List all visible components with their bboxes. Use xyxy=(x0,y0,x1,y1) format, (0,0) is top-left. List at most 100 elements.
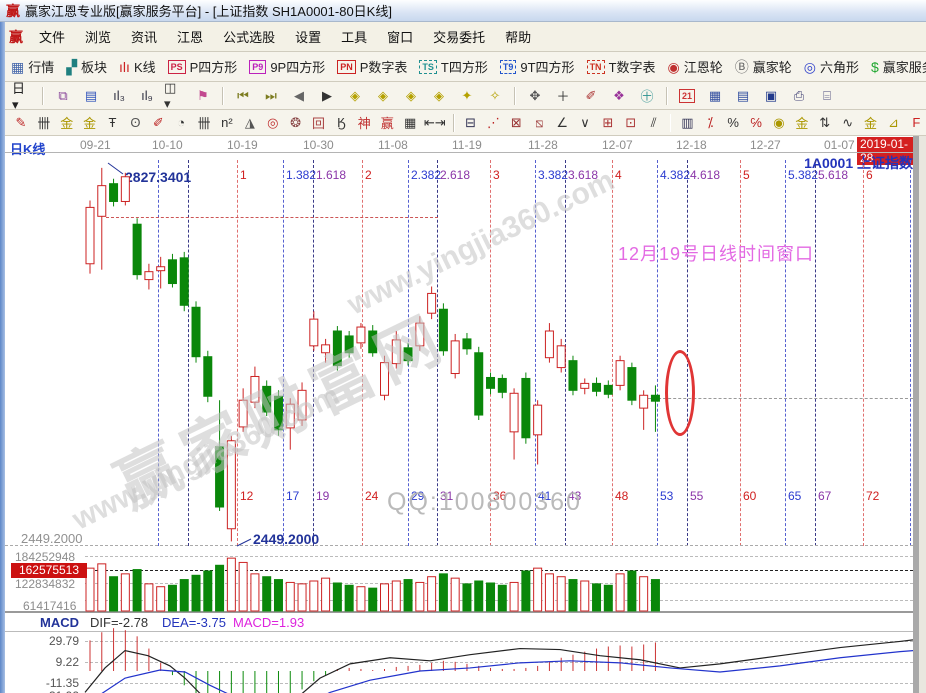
toolbar-separator xyxy=(514,87,516,105)
menu-item-工具[interactable]: 工具 xyxy=(332,24,376,49)
9p-square-button[interactable]: P99P四方形 xyxy=(249,57,325,76)
zoom-in-v-icon[interactable]: ◈ xyxy=(427,85,451,107)
formula-list-icon[interactable]: ▤ xyxy=(79,85,103,107)
color-flag-icon[interactable]: ⚑ xyxy=(191,85,215,107)
bars-3-icon[interactable]: ıl₃ xyxy=(107,85,131,107)
toolbar-navigation: 日 ▾⧉▤ıl₃ıl₉◫ ▾⚑⏮⏭◀▶◈◈◈◈✦✧✥＋✐❖㊉21▦▤▣⎙⌸ xyxy=(5,82,926,110)
box-grid-icon[interactable]: 回 xyxy=(309,112,329,134)
menu-item-文件[interactable]: 文件 xyxy=(30,24,74,49)
p-number-table-button[interactable]: PNP数字表 xyxy=(337,57,407,76)
f-ruler-icon[interactable]: Ŧ xyxy=(103,112,123,134)
spiral-icon[interactable]: ʘ xyxy=(125,112,145,134)
gann-box-icon[interactable]: ⊟ xyxy=(461,112,481,134)
menu-item-公式选股[interactable]: 公式选股 xyxy=(214,24,284,49)
9p-square-button-label: 9P四方形 xyxy=(270,57,325,76)
prev-icon[interactable]: ◀ xyxy=(287,85,311,107)
menu-item-资讯[interactable]: 资讯 xyxy=(122,24,166,49)
toolbar-separator xyxy=(666,87,668,105)
percent-icon[interactable]: % xyxy=(723,112,743,134)
number-grid-icon[interactable]: ▦ xyxy=(400,112,420,134)
window-titlebar[interactable]: 赢 赢家江恩专业版[赢家服务平台] - [上证指数 SH1A0001-80日K线… xyxy=(0,0,926,22)
percent-tri-icon[interactable]: ⁒ xyxy=(700,112,720,134)
target-icon[interactable]: ◎ xyxy=(263,112,283,134)
gold-ratio2-icon[interactable]: 金 xyxy=(80,112,100,134)
gold-ratio-icon[interactable]: 金 xyxy=(57,112,77,134)
toolbar-separator xyxy=(222,87,224,105)
ying-tool-icon[interactable]: 赢 xyxy=(377,112,397,134)
gann-wheel-button[interactable]: ◉江恩轮 xyxy=(668,57,723,76)
bars-9-icon[interactable]: ıl₉ xyxy=(135,85,159,107)
fan-lines-icon[interactable]: ⋰ xyxy=(484,112,504,134)
red-grid2-icon[interactable]: ⊡ xyxy=(621,112,641,134)
crosshair-icon[interactable]: ＋ xyxy=(551,85,575,107)
small-wheel-icon[interactable]: ❂ xyxy=(286,112,306,134)
winner-service-button[interactable]: $赢家服务 xyxy=(871,57,926,76)
candle-style-dropdown[interactable]: ◫ ▾ xyxy=(163,85,187,107)
shen-tool-icon[interactable]: 神 xyxy=(354,112,374,134)
calculator-icon[interactable]: ▦ xyxy=(703,85,727,107)
menu-bar: 赢 文件浏览资讯江恩公式选股设置工具窗口交易委托帮助 xyxy=(5,22,926,52)
calendar-21-icon[interactable]: 21 xyxy=(675,85,699,107)
parallel-lines-icon[interactable]: ⫽ xyxy=(644,112,664,134)
dense-ruler-icon[interactable]: 卌 xyxy=(194,112,214,134)
kline-button[interactable]: ılıK线 xyxy=(119,57,156,76)
last-page-icon[interactable]: ⏭ xyxy=(259,85,283,107)
9t-square-button[interactable]: T99T四方形 xyxy=(500,57,575,76)
hexagon-button[interactable]: ◎六角形 xyxy=(804,57,859,76)
export-data-icon[interactable]: ⌸ xyxy=(815,85,839,107)
menu-item-帮助[interactable]: 帮助 xyxy=(496,24,540,49)
quotes-button[interactable]: ▦行情 xyxy=(11,57,54,76)
gann-shapes-icon[interactable]: ❖ xyxy=(607,85,631,107)
red-grid-icon[interactable]: ⊞ xyxy=(598,112,618,134)
measure-pen-icon[interactable]: ✐ xyxy=(579,85,603,107)
menu-item-设置[interactable]: 设置 xyxy=(286,24,330,49)
fan-square-icon[interactable]: ⧅ xyxy=(529,112,549,134)
price-arrow-icon[interactable]: ⇅ xyxy=(815,112,835,134)
angle-up-icon[interactable]: ⊿ xyxy=(883,112,903,134)
sectors-button[interactable]: ▞板块 xyxy=(66,57,107,76)
n-square-icon[interactable]: n² xyxy=(217,112,237,134)
f-red-icon[interactable]: F xyxy=(906,112,926,134)
gold-circle-icon[interactable]: ◉ xyxy=(769,112,789,134)
toolbar-separator xyxy=(42,87,44,105)
mark-pen-icon[interactable]: ✐ xyxy=(148,112,168,134)
export-image-icon[interactable]: ⎙ xyxy=(787,85,811,107)
menu-item-江恩[interactable]: 江恩 xyxy=(168,24,212,49)
winner-wheel-button[interactable]: Ⓑ赢家轮 xyxy=(735,57,792,76)
mirror-angle-icon[interactable]: ◮ xyxy=(240,112,260,134)
percent-line-icon[interactable]: ℅ xyxy=(746,112,766,134)
span-arrows-icon[interactable]: ⇤⇥ xyxy=(423,112,447,134)
time-clock-icon[interactable]: ◔ xyxy=(171,112,191,134)
column-icon[interactable]: ▥ xyxy=(677,112,697,134)
save-icon[interactable]: ▣ xyxy=(759,85,783,107)
fan-box-icon[interactable]: ⊠ xyxy=(506,112,526,134)
smart-brain-icon[interactable]: ㊉ xyxy=(635,85,659,107)
draw-pen-icon[interactable]: ✎ xyxy=(11,112,31,134)
gold-lines-icon[interactable]: 金 xyxy=(792,112,812,134)
angle-line-icon[interactable]: ∠ xyxy=(552,112,572,134)
t-square-button-icon: TS xyxy=(419,60,437,74)
zoom-in-h-icon[interactable]: ◈ xyxy=(371,85,395,107)
expand-all-icon[interactable]: ✦ xyxy=(455,85,479,107)
pattern-window-icon[interactable]: ⧉ xyxy=(51,85,75,107)
hand-tool-icon[interactable]: ✥ xyxy=(523,85,547,107)
zoom-out-v-icon[interactable]: ◈ xyxy=(399,85,423,107)
menu-item-浏览[interactable]: 浏览 xyxy=(76,24,120,49)
next-icon[interactable]: ▶ xyxy=(315,85,339,107)
t-square-button[interactable]: TST四方形 xyxy=(419,57,487,76)
menu-item-交易委托[interactable]: 交易委托 xyxy=(424,24,494,49)
first-page-icon[interactable]: ⏮ xyxy=(231,85,255,107)
p-square-button[interactable]: PSP四方形 xyxy=(168,57,238,76)
notepad-icon[interactable]: ▤ xyxy=(731,85,755,107)
zoom-out-h-icon[interactable]: ◈ xyxy=(343,85,367,107)
time-ruler-icon[interactable]: 卌 xyxy=(34,112,54,134)
k-mark-icon[interactable]: Ӄ xyxy=(331,112,351,134)
v-shape-icon[interactable]: ∨ xyxy=(575,112,595,134)
menu-item-窗口[interactable]: 窗口 xyxy=(378,24,422,49)
period-day-dropdown[interactable]: 日 ▾ xyxy=(11,85,35,107)
collapse-all-icon[interactable]: ✧ xyxy=(483,85,507,107)
gold-square-icon[interactable]: 金 xyxy=(861,112,881,134)
t-number-table-button[interactable]: TNT数字表 xyxy=(587,57,656,76)
candlesticks xyxy=(86,168,659,542)
wave-icon[interactable]: ∿ xyxy=(838,112,858,134)
